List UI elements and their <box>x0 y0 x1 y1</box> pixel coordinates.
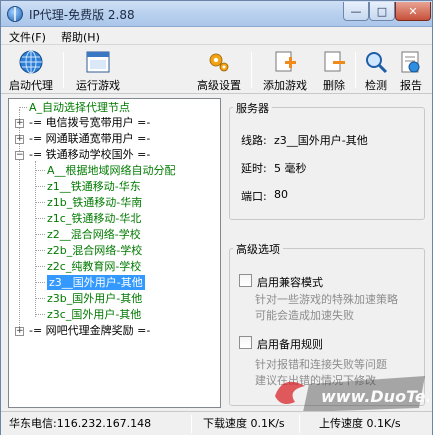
backup-rules-checkbox[interactable] <box>239 336 252 349</box>
app-globe-icon <box>7 6 23 22</box>
tree-line <box>35 266 45 267</box>
server-group-title: 服务器 <box>233 100 272 116</box>
upload-speed: 上传速度 0.1K/s <box>319 417 401 430</box>
maximize-button[interactable]: □ <box>369 2 395 21</box>
toolbar-separator <box>63 52 64 88</box>
tree-line <box>35 170 45 171</box>
menu-bar: 文件(F) 帮助(H) <box>1 27 432 45</box>
minimize-icon: — <box>350 4 362 18</box>
expand-toggle-icon[interactable]: + <box>15 119 24 128</box>
tree-item[interactable]: -= 电信拨号宽带用户 =- <box>29 115 150 130</box>
tree-item-selected[interactable]: z3__国外用户-其他 <box>47 275 145 290</box>
route-value: z3__国外用户-其他 <box>274 134 368 147</box>
window-icon <box>86 51 110 73</box>
download-speed: 下载速度 0.1K/s <box>203 417 285 430</box>
title-bar[interactable]: IP代理-免费版 2.88 — □ ✕ <box>1 1 432 27</box>
run-game-label: 运行游戏 <box>76 79 120 92</box>
toolbar-separator <box>251 52 252 88</box>
tree-item[interactable]: z3b_国外用户-其他 <box>47 291 142 306</box>
watermark-logo: www.DuoTe.com <box>275 376 429 412</box>
tree-item[interactable]: A_自动选择代理节点 <box>29 100 130 115</box>
tree-line <box>35 161 36 317</box>
gear-icon <box>209 53 229 72</box>
status-bar: 华东电信:116.232.167.148 下载速度 0.1K/s 上传速度 0.… <box>1 411 432 435</box>
port-label: 端口: <box>241 190 267 203</box>
close-icon: ✕ <box>408 4 418 18</box>
add-game-button[interactable]: 添加游戏 <box>255 48 315 92</box>
tree-line <box>35 314 45 315</box>
maximize-icon: □ <box>376 4 388 18</box>
delete-label: 删除 <box>323 79 345 92</box>
latency-label: 延时: <box>241 162 267 175</box>
expand-toggle-icon[interactable]: + <box>15 327 24 336</box>
tree-line <box>35 298 45 299</box>
check-label: 检测 <box>365 79 387 92</box>
tree-item[interactable]: -= 铁通移动学校国外 =- <box>29 147 150 162</box>
route-label: 线路: <box>241 134 267 147</box>
menu-help[interactable]: 帮助(H) <box>61 29 100 45</box>
app-window: IP代理-免费版 2.88 — □ ✕ 文件(F) 帮助(H) 启动代理 运行游… <box>0 0 433 435</box>
tree-line <box>35 250 45 251</box>
toolbar: 启动代理 运行游戏 高级设置 添加游戏 删除 检测 报告 <box>1 46 432 94</box>
backup-rules-label[interactable]: 启用备用规则 <box>257 336 323 352</box>
advanced-settings-label: 高级设置 <box>197 79 241 92</box>
start-proxy-button[interactable]: 启动代理 <box>3 48 59 92</box>
tree-line <box>35 218 45 219</box>
compat-mode-checkbox[interactable] <box>239 274 252 287</box>
run-game-button[interactable]: 运行游戏 <box>67 48 129 92</box>
start-proxy-label: 启动代理 <box>9 79 53 92</box>
isp-status: 华东电信:116.232.167.148 <box>9 417 152 430</box>
menu-file[interactable]: 文件(F) <box>9 29 46 45</box>
tree-item[interactable]: -= 网吧代理金牌奖励 =- <box>29 323 150 338</box>
tree-line <box>35 282 45 283</box>
proxy-tree[interactable]: A_自动选择代理节点 + -= 电信拨号宽带用户 =- + -= 网通联通宽带用… <box>8 98 221 408</box>
advanced-options-title: 高级选项 <box>233 241 283 257</box>
magnifier-icon <box>366 52 388 74</box>
tree-item[interactable]: z1__铁通移动-华东 <box>47 179 141 194</box>
close-button[interactable]: ✕ <box>395 2 431 21</box>
tree-line <box>35 202 45 203</box>
collapse-toggle-icon[interactable]: − <box>15 151 24 160</box>
compat-mode-desc: 可能会造成加速失败 <box>255 309 354 322</box>
tree-item[interactable]: z2c_纯教育网-学校 <box>47 259 141 274</box>
tree-item[interactable]: z1b_铁通移动-华南 <box>47 195 142 210</box>
report-button[interactable]: 报告 <box>394 48 428 92</box>
status-separator <box>191 415 192 433</box>
report-icon <box>401 51 420 73</box>
port-value: 80 <box>274 188 288 201</box>
tree-item[interactable]: z2b_混合网络-学校 <box>47 243 142 258</box>
tree-line <box>19 107 27 108</box>
minimize-button[interactable]: — <box>343 2 369 21</box>
tree-item[interactable]: z2__混合网络-学校 <box>47 227 141 242</box>
latency-value: 5 毫秒 <box>274 162 307 175</box>
advanced-settings-button[interactable]: 高级设置 <box>191 48 247 92</box>
check-button[interactable]: 检测 <box>359 48 393 92</box>
report-label: 报告 <box>400 79 422 92</box>
tree-item[interactable]: -= 网通联通宽带用户 =- <box>29 131 150 146</box>
toolbar-separator <box>355 52 356 88</box>
tree-line <box>35 186 45 187</box>
delete-button[interactable]: 删除 <box>317 48 351 92</box>
add-game-label: 添加游戏 <box>263 79 307 92</box>
window-title: IP代理-免费版 2.88 <box>29 8 135 22</box>
tree-item[interactable]: z3c_国外用户-其他 <box>47 307 141 322</box>
tree-item[interactable]: A__根据地域网络自动分配 <box>47 163 176 178</box>
globe-icon <box>19 50 43 74</box>
tree-item[interactable]: z1c_铁通移动-华北 <box>47 211 141 226</box>
expand-toggle-icon[interactable]: + <box>15 135 24 144</box>
watermark-text: www.DuoTe.com <box>321 387 429 406</box>
delete-document-icon <box>324 51 345 72</box>
add-document-icon <box>275 51 296 72</box>
tree-line <box>35 234 45 235</box>
compat-mode-desc: 针对一些游戏的特殊加速策略 <box>255 293 398 306</box>
compat-mode-label[interactable]: 启用兼容模式 <box>257 274 323 290</box>
status-separator <box>299 415 300 433</box>
